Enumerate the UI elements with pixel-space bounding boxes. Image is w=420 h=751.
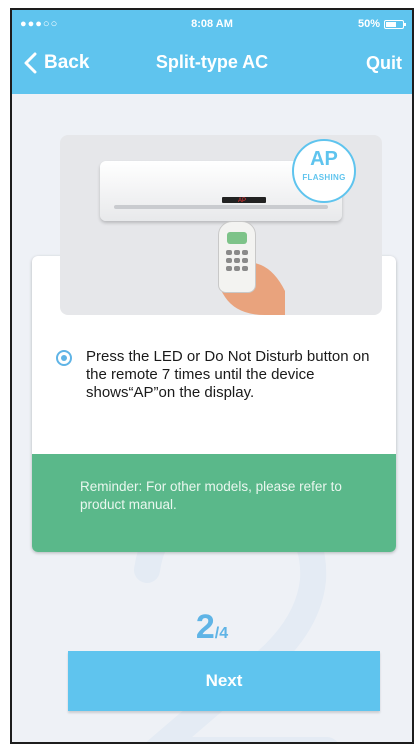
battery-status: 50% xyxy=(357,18,406,30)
ac-display-text: AP xyxy=(238,198,247,204)
ac-vent xyxy=(114,205,328,209)
battery-percent: 50% xyxy=(357,18,380,30)
instruction-radio[interactable] xyxy=(56,350,72,366)
reminder-text: Reminder: For other models, please refer… xyxy=(80,479,342,512)
battery-icon xyxy=(384,19,406,29)
bubble-main-text: AP xyxy=(310,148,338,170)
quit-button[interactable]: Quit xyxy=(366,53,402,74)
step-indicator: 2/4 xyxy=(12,608,412,647)
phone-frame: ●●●○○ 8:08 AM 50% Back Split-type AC Qui… xyxy=(10,8,414,744)
status-bar: ●●●○○ 8:08 AM 50% xyxy=(12,10,412,38)
ap-flashing-bubble: AP FLASHING xyxy=(292,139,356,203)
status-time: 8:08 AM xyxy=(191,18,233,30)
instruction-text: Press the LED or Do Not Disturb button o… xyxy=(86,348,370,401)
page-title: Split-type AC xyxy=(155,52,269,72)
next-button[interactable]: Next xyxy=(68,651,380,711)
ac-remote-illustration: AP AP FLASHING xyxy=(60,135,382,315)
step-current: 2 xyxy=(195,608,215,646)
bubble-sub-text: FLASHING xyxy=(302,173,346,182)
navigation-bar: Back Split-type AC Quit xyxy=(12,38,412,94)
remote-control-image xyxy=(218,221,256,293)
remote-screen xyxy=(227,232,247,244)
step-total: /4 xyxy=(214,625,229,642)
reminder-panel: Reminder: For other models, please refer… xyxy=(32,454,396,552)
